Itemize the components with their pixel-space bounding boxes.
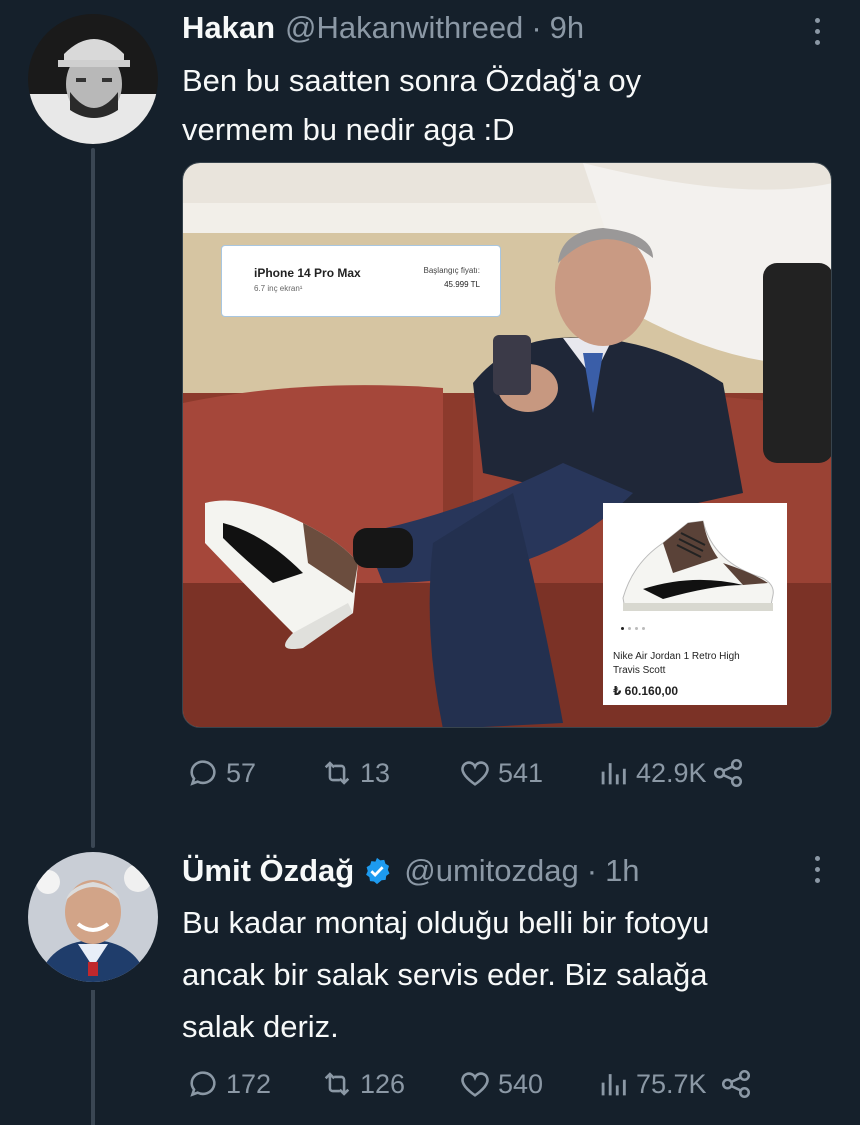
- reply-count: 57: [226, 757, 257, 788]
- shoe-name-line2: Travis Scott: [613, 665, 666, 676]
- retweet-icon: [324, 761, 350, 785]
- display-name[interactable]: Hakan: [182, 10, 275, 46]
- timestamp[interactable]: 1h: [605, 853, 639, 889]
- shoe-price: ₺ 60.160,00: [613, 684, 679, 698]
- separator-dot: ·: [586, 853, 598, 888]
- retweet-button[interactable]: 13: [320, 756, 458, 790]
- retweet-button[interactable]: 126: [320, 1067, 458, 1101]
- views-button[interactable]: 42.9K: [596, 756, 707, 790]
- reply-button[interactable]: 57: [186, 756, 320, 790]
- views-icon: [601, 1074, 626, 1096]
- user-handle[interactable]: @Hakanwithreed: [285, 10, 523, 46]
- more-icon[interactable]: [812, 18, 822, 45]
- tweet-actions: 57 13 541 42.9K: [186, 756, 770, 790]
- like-button[interactable]: 540: [458, 1067, 596, 1101]
- like-count: 540: [498, 1068, 544, 1099]
- tweet-text: Ben bu saatten sonra Özdağ'a oy vermem b…: [182, 63, 642, 147]
- like-button[interactable]: 541: [458, 756, 596, 790]
- iphone-card-subtitle: 6.7 inç ekran¹: [254, 284, 303, 293]
- shoe-name-line1: Nike Air Jordan 1 Retro High: [613, 651, 740, 662]
- tweet-header: Hakan @Hakanwithreed · 9h: [182, 10, 584, 46]
- avatar-umitozdag[interactable]: [28, 852, 158, 982]
- share-button[interactable]: [719, 1067, 753, 1101]
- iphone-price-card: iPhone 14 Pro Max 6.7 inç ekran¹ Başlang…: [221, 245, 501, 317]
- views-button[interactable]: 75.7K: [596, 1067, 707, 1101]
- separator-dot: ·: [531, 10, 542, 45]
- tweet-photo[interactable]: iPhone 14 Pro Max 6.7 inç ekran¹ Başlang…: [182, 162, 832, 728]
- iphone-card-title: iPhone 14 Pro Max: [254, 266, 361, 280]
- shoe-product-image: [622, 520, 774, 611]
- share-button[interactable]: [711, 756, 745, 790]
- like-icon: [461, 1072, 489, 1097]
- tweet-text: Bu kadar montaj olduğu belli bir fotoyu …: [182, 905, 710, 1044]
- user-handle[interactable]: @umitozdag: [404, 853, 579, 889]
- like-count: 541: [498, 757, 544, 788]
- verified-badge-icon: [366, 857, 390, 885]
- views-count: 75.7K: [636, 1068, 707, 1099]
- reply-count: 172: [226, 1068, 272, 1099]
- thread-line: [91, 148, 95, 848]
- carousel-dots: [621, 627, 645, 630]
- retweet-icon: [324, 1072, 350, 1096]
- reply-icon: [190, 1071, 216, 1097]
- retweet-count: 126: [360, 1068, 406, 1099]
- tweet-header: Ümit Özdağ @umitozdag · 1h: [182, 853, 640, 889]
- shoe-price-card: Nike Air Jordan 1 Retro High Travis Scot…: [603, 503, 787, 705]
- iphone-card-price-label: Başlangıç fiyatı:: [423, 266, 480, 275]
- timestamp[interactable]: 9h: [550, 10, 584, 46]
- views-count: 42.9K: [636, 757, 707, 788]
- share-icon: [721, 1069, 750, 1099]
- tweet-actions: 172 126 540 75.7K: [186, 1067, 770, 1101]
- like-icon: [461, 761, 489, 786]
- reply-button[interactable]: 172: [186, 1067, 320, 1101]
- retweet-count: 13: [360, 757, 391, 788]
- reply-icon: [190, 760, 216, 786]
- thread-line-bottom: [91, 990, 95, 1125]
- avatar-hakan[interactable]: [28, 14, 158, 144]
- share-icon: [713, 758, 742, 788]
- more-icon[interactable]: [812, 856, 822, 883]
- iphone-card-price: 45.999 TL: [444, 280, 480, 289]
- views-icon: [601, 763, 626, 785]
- display-name[interactable]: Ümit Özdağ: [182, 853, 354, 889]
